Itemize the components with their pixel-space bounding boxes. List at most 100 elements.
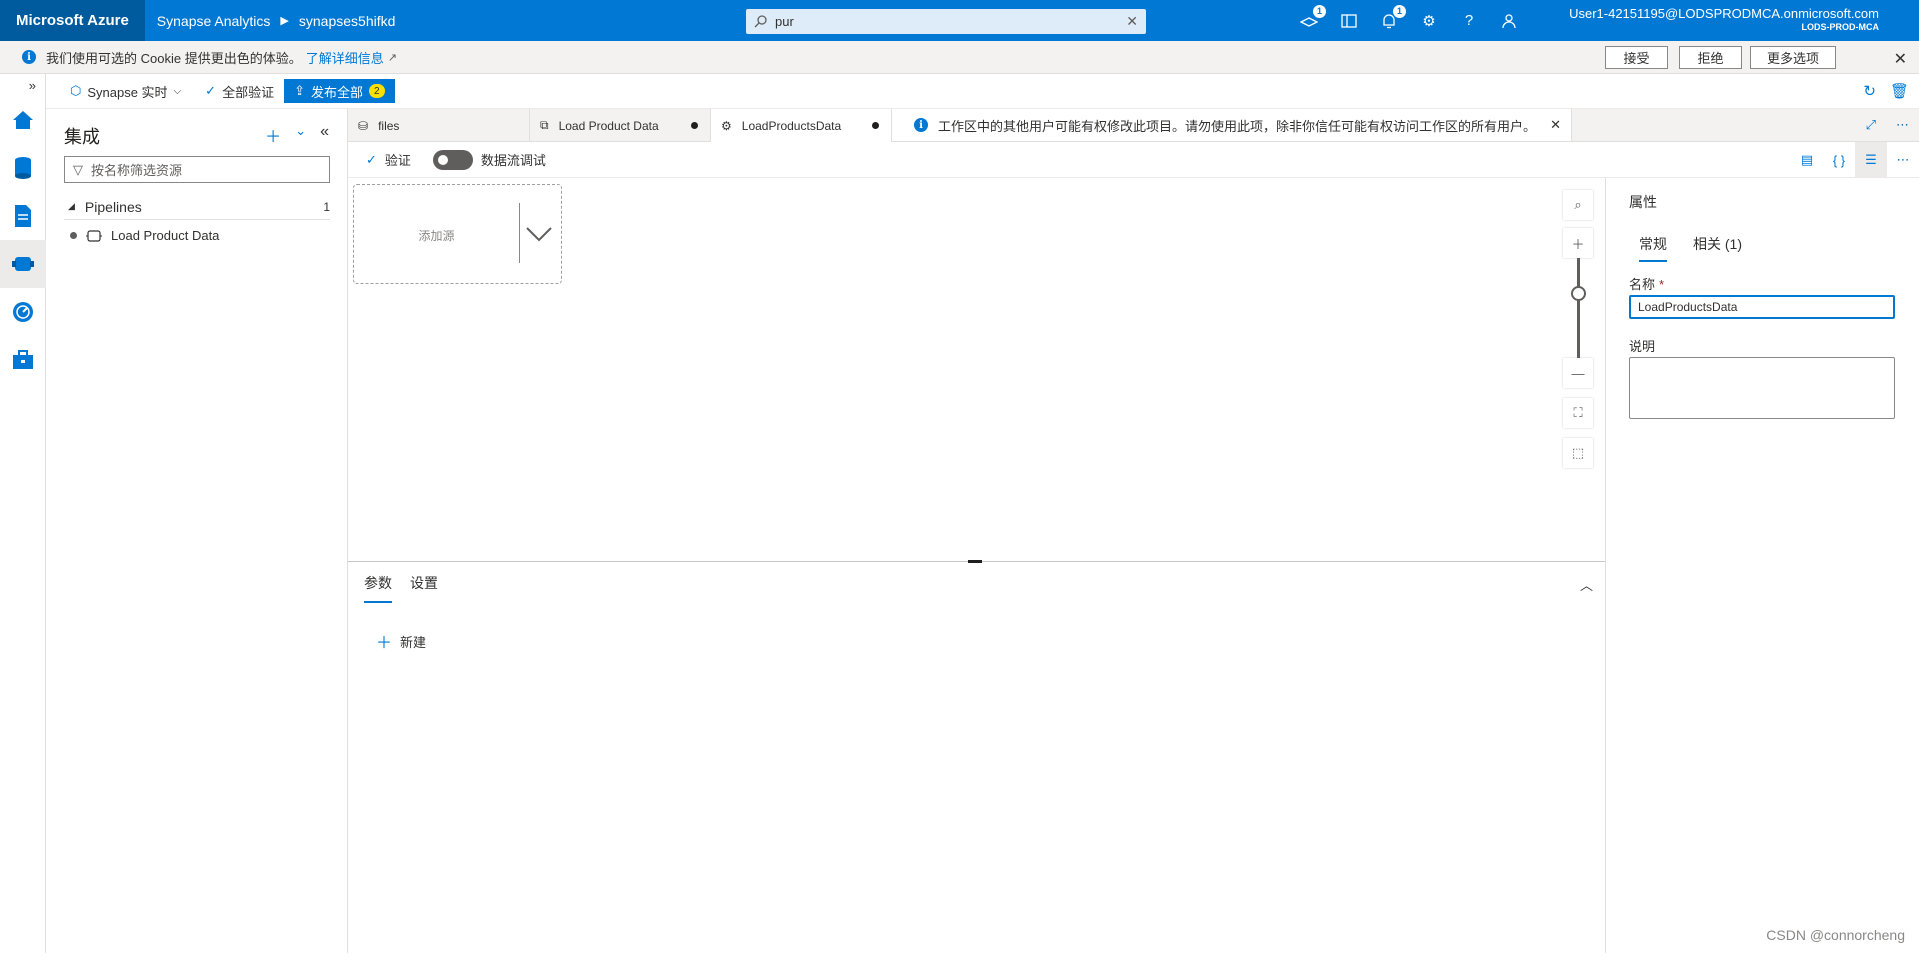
manage-icon[interactable]: [0, 336, 46, 384]
script-icon[interactable]: ▤: [1791, 142, 1823, 178]
synapse-live-label: Synapse 实时: [87, 84, 168, 100]
collapse-panel-icon[interactable]: «: [320, 123, 329, 147]
tab-loadproductsdata[interactable]: ⚙ LoadProductsData: [711, 109, 892, 142]
tab-actions: ⤢ ⋯: [1866, 109, 1919, 141]
help-icon[interactable]: ?: [1460, 12, 1478, 30]
tab-parameters[interactable]: 参数: [364, 573, 392, 603]
expand-rail-icon[interactable]: »: [0, 74, 46, 96]
top-icons: 1 1 ⚙ ?: [1300, 0, 1518, 41]
feedback-badge: 1: [1313, 4, 1326, 18]
tab-files[interactable]: ⛁ files: [348, 109, 530, 142]
pipeline-icon: ⧉: [540, 118, 549, 132]
dataflow-canvas[interactable]: 添加源 ⌕ ＋ — ⛶ ⬚: [348, 178, 1605, 563]
tab-load-product-data[interactable]: ⧉ Load Product Data: [530, 109, 711, 142]
refresh-icon[interactable]: ↻: [1863, 82, 1876, 100]
breadcrumb-workspace[interactable]: synapses5hifkd: [299, 13, 396, 29]
feedback-icon[interactable]: 1: [1300, 4, 1326, 30]
filter-icon: ▽: [73, 161, 83, 177]
tab-label: files: [378, 118, 400, 133]
dataflow-debug-label: 数据流调试: [480, 153, 546, 168]
publish-count-badge: 2: [369, 84, 385, 98]
filter-placeholder: 按名称筛选资源: [91, 163, 183, 178]
tab-related[interactable]: 相关 (1): [1693, 234, 1742, 262]
name-input[interactable]: LoadProductsData: [1629, 295, 1895, 319]
pipelines-section[interactable]: ◢ Pipelines 1: [64, 194, 330, 220]
tab-general[interactable]: 常规: [1639, 234, 1667, 262]
chevron-up-icon[interactable]: ︿: [1580, 575, 1593, 594]
add-icon[interactable]: ＋: [265, 123, 281, 147]
breadcrumb: Synapse Analytics ▶ synapses5hifkd: [145, 13, 396, 29]
breadcrumb-synapse[interactable]: Synapse Analytics: [157, 13, 271, 29]
validate-all-button[interactable]: ✓ 全部验证: [205, 82, 274, 101]
tab-settings[interactable]: 设置: [410, 573, 438, 603]
brand-logo[interactable]: Microsoft Azure: [0, 0, 145, 41]
publish-all-button[interactable]: ⇪ 发布全部 2: [284, 79, 395, 103]
properties-panel: 属性 常规 相关 (1) 名称 * LoadProductsData 说明: [1605, 178, 1919, 953]
feedback-person-icon[interactable]: [1500, 12, 1518, 30]
zoom-controls: ⌕ ＋ — ⛶ ⬚: [1563, 190, 1593, 468]
code-icon[interactable]: { }: [1823, 142, 1855, 178]
pipelines-count: 1: [323, 199, 330, 214]
collapse-all-icon[interactable]: ⌄: [295, 123, 306, 147]
chevron-down-icon[interactable]: [524, 213, 554, 253]
info-icon: i: [22, 50, 36, 64]
pipeline-item[interactable]: Load Product Data: [70, 228, 219, 243]
more-icon[interactable]: ⋯: [1887, 142, 1919, 178]
more-icon[interactable]: ⋯: [1896, 117, 1909, 133]
home-icon[interactable]: [0, 96, 46, 144]
caret-down-icon: ◢: [68, 201, 75, 211]
validate-all-icon: ✓: [205, 83, 217, 98]
data-icon[interactable]: [0, 144, 46, 192]
resource-filter-input[interactable]: ▽ 按名称筛选资源: [64, 156, 330, 183]
zoom-in-icon[interactable]: ＋: [1563, 228, 1593, 258]
cookie-accept-button[interactable]: 接受: [1605, 46, 1668, 69]
dataflow-debug-toggle[interactable]: [432, 149, 473, 170]
user-tenant: LODS-PROD-MCA: [1801, 21, 1880, 32]
zoom-track: [1577, 258, 1580, 358]
integrate-icon[interactable]: [0, 240, 46, 288]
warning-text: 工作区中的其他用户可能有权修改此项目。请勿使用此项，除非你信任可能有权访问工作区…: [938, 118, 1537, 134]
new-parameter-button[interactable]: ＋ 新建: [376, 629, 426, 653]
properties-icon[interactable]: ☰: [1855, 142, 1887, 178]
cookie-reject-button[interactable]: 拒绝: [1679, 46, 1742, 69]
expand-icon[interactable]: ⤢: [1866, 117, 1876, 133]
add-icon: ＋: [376, 635, 393, 652]
user-name: User1-42151195@LODSPRODMCA.onmicrosoft.c…: [1569, 6, 1879, 21]
directory-icon[interactable]: [1340, 12, 1358, 30]
panel-title: 集成: [64, 127, 100, 147]
zoom-knob[interactable]: [1571, 286, 1586, 301]
zoom-slider[interactable]: [1563, 258, 1593, 358]
fit-to-screen-icon[interactable]: ⛶: [1563, 398, 1593, 428]
properties-title: 属性: [1629, 194, 1657, 210]
cookie-more-options-button[interactable]: 更多选项: [1750, 46, 1836, 69]
bell-icon[interactable]: 1: [1380, 4, 1406, 30]
select-icon[interactable]: ⬚: [1563, 438, 1593, 468]
search-icon[interactable]: ⌕: [1563, 190, 1593, 220]
zoom-out-icon[interactable]: —: [1563, 358, 1593, 388]
global-search[interactable]: pur ✕: [746, 9, 1146, 34]
watermark: CSDN @connorcheng: [1766, 927, 1905, 943]
tab-label: Load Product Data: [558, 118, 659, 133]
user-account[interactable]: User1-42151195@LODSPRODMCA.onmicrosoft.c…: [1569, 6, 1879, 32]
add-source-box[interactable]: 添加源: [353, 184, 562, 284]
tab-label: LoadProductsData: [741, 118, 842, 133]
cookie-learn-more-link[interactable]: 了解详细信息: [306, 48, 384, 67]
clear-search-icon[interactable]: ✕: [1126, 13, 1138, 30]
name-field-label: 名称 *: [1629, 274, 1664, 293]
left-rail: »: [0, 74, 46, 953]
description-textarea[interactable]: [1629, 357, 1895, 419]
discard-icon[interactable]: 🗑: [1890, 82, 1909, 100]
synapse-live-dropdown[interactable]: ⬡ Synapse 实时 ⌵: [70, 82, 181, 101]
search-input[interactable]: pur: [775, 14, 1126, 29]
close-icon[interactable]: ✕: [1550, 117, 1561, 133]
name-label: 名称: [1629, 277, 1656, 292]
pipeline-icon: [86, 229, 102, 242]
validate-all-label: 全部验证: [222, 84, 275, 100]
develop-icon[interactable]: [0, 192, 46, 240]
monitor-icon[interactable]: [0, 288, 46, 336]
validate-button[interactable]: ✓ 验证: [366, 150, 411, 169]
close-icon[interactable]: ✕: [1894, 49, 1907, 69]
divider: [519, 203, 520, 263]
gear-icon[interactable]: ⚙: [1420, 12, 1438, 30]
new-label: 新建: [400, 634, 427, 650]
